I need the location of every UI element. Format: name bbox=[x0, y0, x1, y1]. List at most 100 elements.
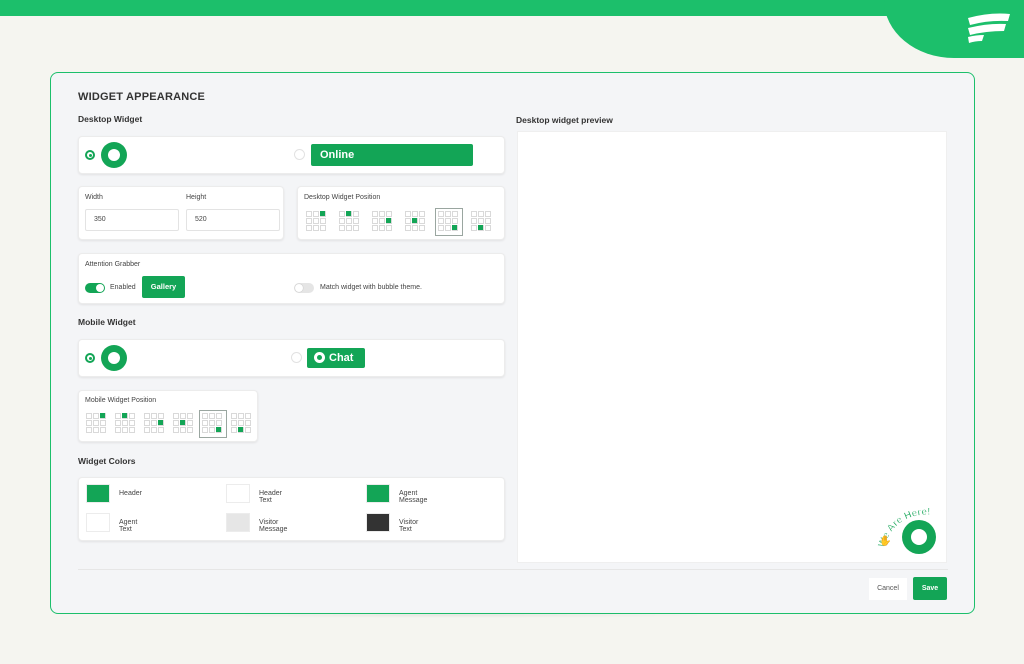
grid-cell bbox=[115, 427, 121, 433]
chat-label: Chat bbox=[329, 352, 354, 364]
match-theme-toggle[interactable] bbox=[294, 283, 314, 293]
grid-cell bbox=[86, 413, 92, 419]
color-swatch[interactable] bbox=[366, 484, 390, 503]
color-label: Visitor Message bbox=[259, 519, 288, 533]
grid-cell bbox=[419, 218, 425, 224]
color-label: Agent Message bbox=[399, 490, 428, 504]
grid-cell bbox=[216, 420, 222, 426]
grid-cell bbox=[93, 427, 99, 433]
bar-style-radio[interactable] bbox=[294, 149, 305, 160]
color-swatch[interactable] bbox=[366, 513, 390, 532]
panel-shadow bbox=[160, 612, 740, 618]
grid-cell bbox=[471, 225, 477, 231]
grid-cell bbox=[485, 218, 491, 224]
grid-cell bbox=[379, 211, 385, 217]
mobile-chat-radio[interactable] bbox=[291, 352, 302, 363]
grid-cell bbox=[93, 420, 99, 426]
mobile-chat-button-preview[interactable]: Chat bbox=[307, 348, 365, 368]
grid-cell bbox=[238, 420, 244, 426]
attention-grabber-card: Attention Grabber Enabled Gallery Match … bbox=[78, 253, 505, 304]
save-button[interactable]: Save bbox=[913, 577, 947, 600]
grid-cell bbox=[158, 413, 164, 419]
grid-cell bbox=[353, 225, 359, 231]
desktop-position-option[interactable] bbox=[372, 211, 394, 233]
color-swatch[interactable] bbox=[86, 513, 110, 532]
color-swatch[interactable] bbox=[226, 484, 250, 503]
position-marker bbox=[346, 211, 351, 216]
grid-cell bbox=[245, 427, 251, 433]
color-label: Visitor Text bbox=[399, 519, 419, 533]
grid-cell bbox=[452, 211, 458, 217]
grid-cell bbox=[202, 420, 208, 426]
height-input[interactable]: 520 bbox=[186, 209, 280, 231]
desktop-position-option[interactable] bbox=[339, 211, 361, 233]
grid-cell bbox=[231, 427, 237, 433]
grid-cell bbox=[485, 225, 491, 231]
grid-cell bbox=[187, 427, 193, 433]
grid-cell bbox=[86, 427, 92, 433]
grid-cell bbox=[144, 427, 150, 433]
mobile-position-option[interactable] bbox=[199, 410, 227, 438]
desktop-style-card: Online bbox=[78, 136, 505, 174]
position-marker bbox=[452, 225, 457, 230]
mobile-bubble-preview-icon[interactable] bbox=[101, 345, 127, 371]
grid-cell bbox=[353, 218, 359, 224]
mobile-bubble-radio[interactable] bbox=[85, 353, 95, 363]
preview-chat-bubble[interactable] bbox=[902, 520, 936, 554]
attention-enabled-toggle[interactable] bbox=[85, 283, 105, 293]
grid-cell bbox=[478, 218, 484, 224]
desktop-position-option[interactable] bbox=[405, 211, 427, 233]
color-label: Header Text bbox=[259, 490, 282, 504]
cancel-button[interactable]: Cancel bbox=[869, 578, 907, 600]
grid-cell bbox=[438, 218, 444, 224]
desktop-position-option[interactable] bbox=[471, 211, 493, 233]
grid-cell bbox=[471, 211, 477, 217]
mobile-position-option[interactable] bbox=[173, 413, 195, 435]
grid-cell bbox=[180, 427, 186, 433]
mobile-position-option[interactable] bbox=[144, 413, 166, 435]
grid-cell bbox=[313, 218, 319, 224]
grid-cell bbox=[216, 413, 222, 419]
match-theme-label: Match widget with bubble theme. bbox=[320, 284, 422, 291]
grid-cell bbox=[151, 413, 157, 419]
online-bar-preview[interactable]: Online bbox=[311, 144, 473, 166]
grid-cell bbox=[245, 413, 251, 419]
bubble-preview-icon[interactable] bbox=[101, 142, 127, 168]
desktop-position-option[interactable] bbox=[306, 211, 328, 233]
width-input[interactable]: 350 bbox=[85, 209, 179, 231]
mobile-position-option[interactable] bbox=[86, 413, 108, 435]
color-swatch[interactable] bbox=[86, 484, 110, 503]
grid-cell bbox=[419, 225, 425, 231]
grid-cell bbox=[187, 420, 193, 426]
position-marker bbox=[216, 427, 221, 432]
desktop-position-option[interactable] bbox=[435, 208, 463, 236]
widget-colors-card: Header Header Text Agent Message Agent Text… bbox=[78, 477, 505, 541]
grid-cell bbox=[202, 413, 208, 419]
gallery-button[interactable]: Gallery bbox=[142, 276, 185, 298]
grid-cell bbox=[100, 427, 106, 433]
grid-cell bbox=[412, 211, 418, 217]
grid-cell bbox=[231, 413, 237, 419]
grid-cell bbox=[386, 211, 392, 217]
position-marker bbox=[180, 420, 185, 425]
grid-cell bbox=[471, 218, 477, 224]
grid-cell bbox=[238, 413, 244, 419]
grid-cell bbox=[180, 413, 186, 419]
grid-cell bbox=[445, 218, 451, 224]
page-title: WIDGET APPEARANCE bbox=[78, 91, 206, 103]
grid-cell bbox=[372, 225, 378, 231]
enabled-label: Enabled bbox=[110, 284, 136, 291]
mobile-position-option[interactable] bbox=[115, 413, 137, 435]
widget-appearance-panel: WIDGET APPEARANCE Desktop Widget Desktop… bbox=[50, 72, 975, 614]
position-marker bbox=[238, 427, 243, 432]
mobile-position-option[interactable] bbox=[231, 413, 253, 435]
color-swatch[interactable] bbox=[226, 513, 250, 532]
size-card: Width 350 Height 520 bbox=[78, 186, 284, 240]
grid-cell bbox=[405, 225, 411, 231]
grid-cell bbox=[151, 427, 157, 433]
grid-cell bbox=[173, 413, 179, 419]
grid-cell bbox=[122, 427, 128, 433]
position-marker bbox=[386, 218, 391, 223]
bubble-style-radio[interactable] bbox=[85, 150, 95, 160]
grid-cell bbox=[438, 211, 444, 217]
